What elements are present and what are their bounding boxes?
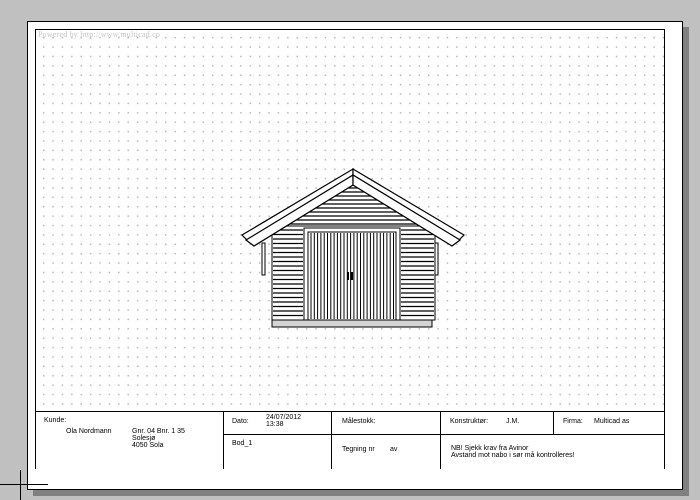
drawing-of-label: av	[390, 446, 398, 453]
date-label: Dato:	[232, 418, 249, 425]
drawing-area[interactable]	[36, 30, 666, 411]
time-value: 13:38	[266, 421, 284, 428]
shed-left-overhang	[261, 242, 266, 276]
designer-value: J.M.	[506, 418, 520, 425]
drawing-number-label: Tegning nr	[342, 446, 375, 453]
drawing-frame: Powered by http://www.multicad.co Kunde:…	[35, 29, 665, 469]
cursor-crosshair-vertical	[20, 470, 21, 500]
customer-name: Ola Nordmann	[66, 428, 112, 435]
title-block: Kunde: Ola Nordmann Gnr. 04 Bnr. 1 35 So…	[36, 411, 664, 469]
designer-label: Konstruktør:	[450, 418, 489, 425]
scale-label: Målestokk:	[342, 418, 376, 425]
foundation-slab	[271, 319, 433, 328]
title-block-divider	[224, 434, 664, 435]
shed-elevation-drawing[interactable]	[36, 30, 666, 411]
company-value: Multicad as	[594, 418, 630, 425]
customer-label: Kunde:	[44, 417, 67, 424]
company-label: Firma:	[563, 418, 583, 425]
drawing-name: Bod_1	[232, 440, 253, 447]
property-line3: 4050 Sola	[132, 442, 164, 449]
drawing-sheet[interactable]: Powered by http://www.multicad.co Kunde:…	[27, 21, 683, 490]
cursor-crosshair-horizontal	[0, 484, 48, 485]
note-line2: Avstand mot nabo i sør må kontrolleres!	[451, 452, 575, 459]
